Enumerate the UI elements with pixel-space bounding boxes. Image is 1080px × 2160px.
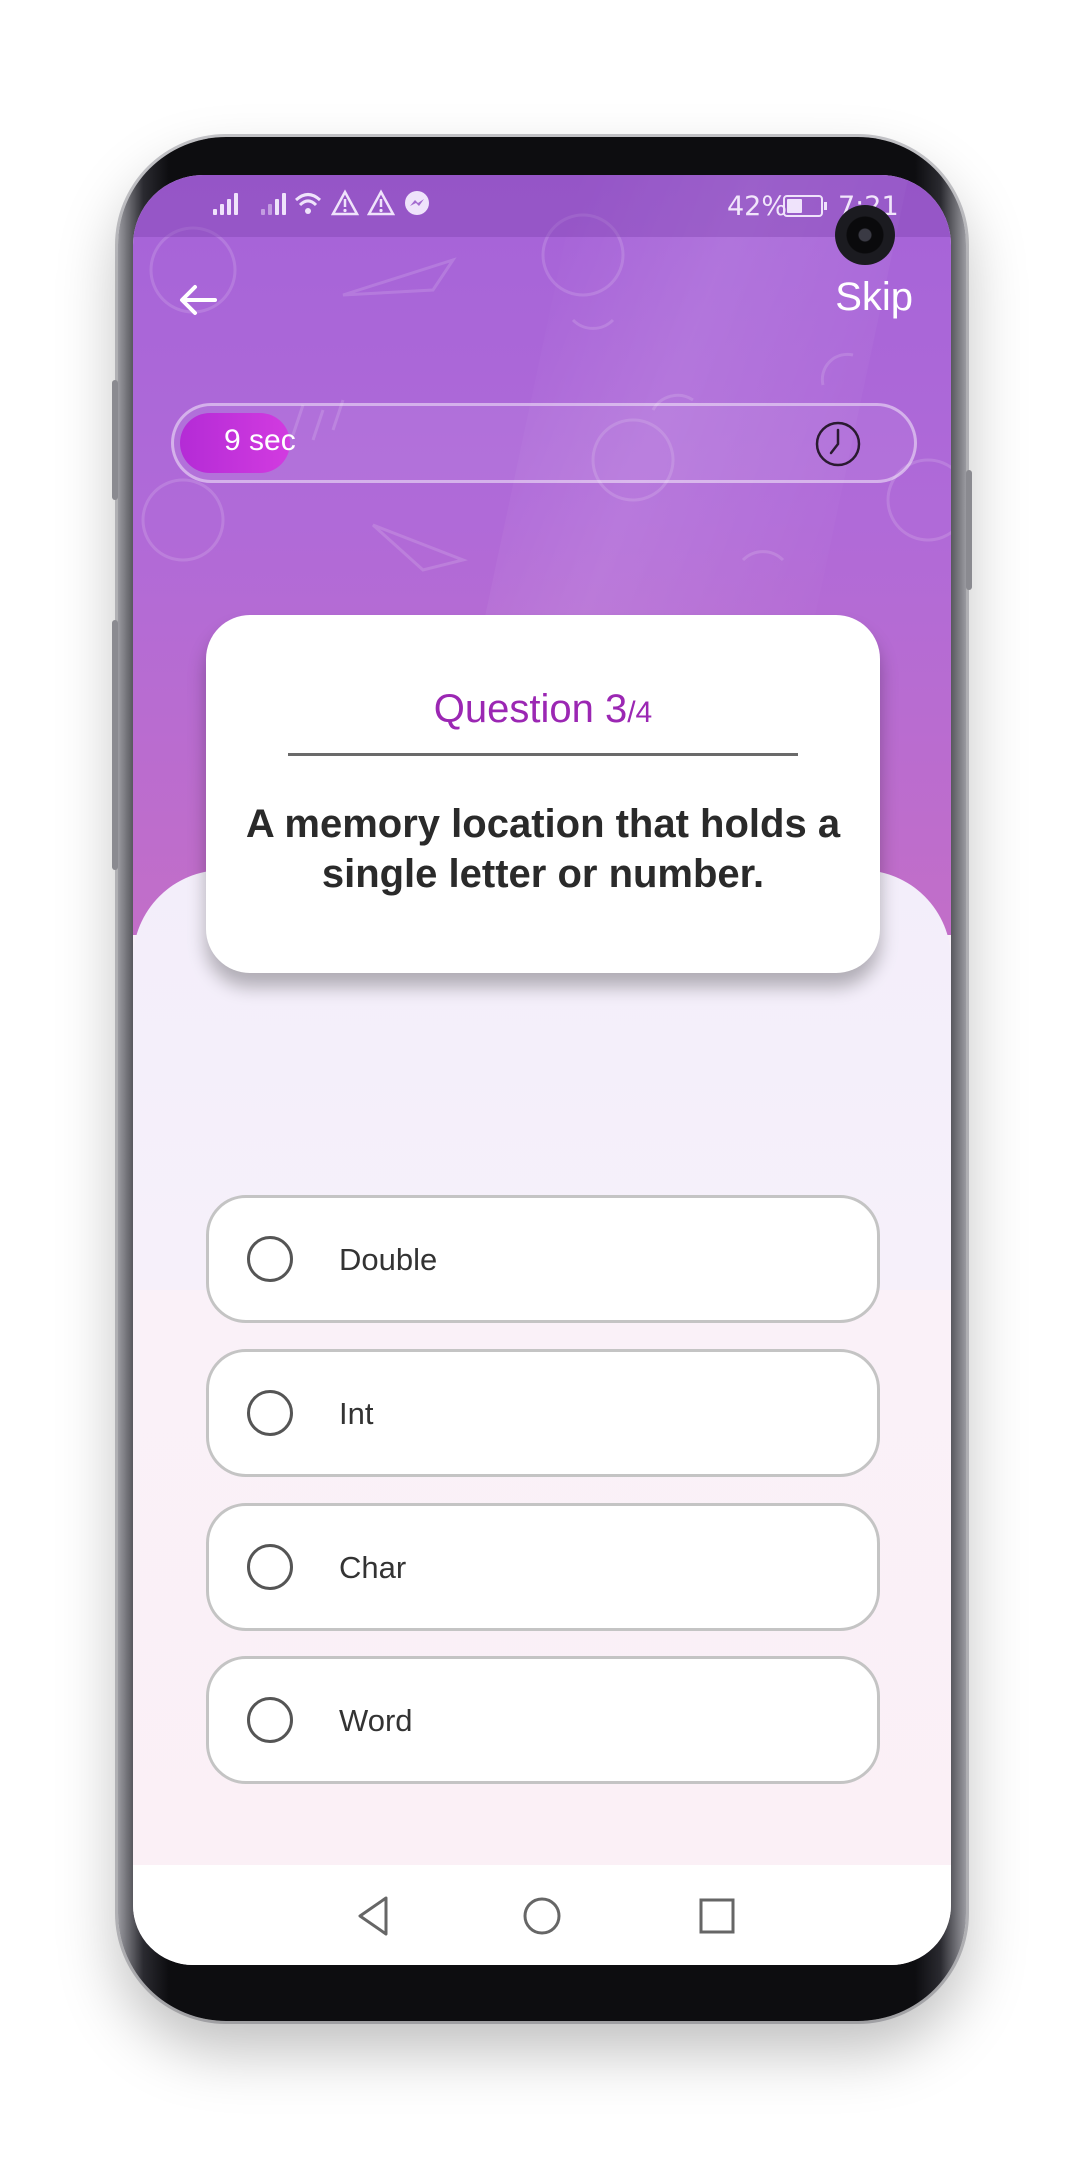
- timer-progress-bar: 9 sec: [171, 403, 917, 483]
- answer-option-word[interactable]: Word: [206, 1656, 880, 1784]
- status-icons: [293, 189, 431, 219]
- arrow-left-icon: [180, 285, 217, 315]
- back-triangle-icon[interactable]: [348, 1890, 400, 1942]
- home-circle-icon[interactable]: [516, 1890, 568, 1942]
- battery-icon: [783, 195, 827, 217]
- wifi-icon: [294, 193, 322, 214]
- answer-option-double[interactable]: Double: [206, 1195, 880, 1323]
- volume-down-button: [112, 620, 118, 870]
- question-card: Question 3/4 A memory location that hold…: [206, 615, 880, 973]
- answer-option-char[interactable]: Char: [206, 1503, 880, 1631]
- timer-label: 9 sec: [224, 424, 296, 457]
- front-camera: [835, 205, 895, 265]
- radio-button[interactable]: [247, 1236, 293, 1282]
- volume-up-button: [112, 380, 118, 500]
- question-total: /4: [627, 696, 653, 729]
- radio-button[interactable]: [247, 1697, 293, 1743]
- divider: [288, 753, 798, 756]
- signal-icon: [213, 193, 238, 215]
- question-text: A memory location that holds a single le…: [245, 802, 841, 896]
- question-counter: Question 3/4: [206, 687, 880, 732]
- navigation-bar: [133, 1865, 951, 1965]
- radio-button[interactable]: [247, 1544, 293, 1590]
- recents-square-icon[interactable]: [691, 1890, 743, 1942]
- radio-button[interactable]: [247, 1390, 293, 1436]
- signal-icon-2: [261, 193, 286, 215]
- phone-screen: 42% 7:21 Skip 9 sec Question 3/4 A memor…: [133, 175, 951, 1965]
- battery-percentage: 42%: [727, 191, 788, 222]
- question-number: Question 3: [433, 687, 628, 731]
- option-label: Int: [339, 1396, 374, 1431]
- messenger-icon: [405, 191, 429, 215]
- back-button[interactable]: [173, 275, 223, 325]
- warning-icon-2: [367, 189, 395, 216]
- power-button: [966, 470, 972, 590]
- status-bar: 42% 7:21: [133, 175, 951, 237]
- clock-icon: [815, 421, 861, 467]
- answer-option-int[interactable]: Int: [206, 1349, 880, 1477]
- warning-icon: [331, 189, 359, 216]
- option-label: Char: [339, 1550, 407, 1585]
- option-label: Word: [339, 1703, 413, 1738]
- option-label: Double: [339, 1242, 438, 1277]
- skip-button[interactable]: Skip: [793, 275, 913, 335]
